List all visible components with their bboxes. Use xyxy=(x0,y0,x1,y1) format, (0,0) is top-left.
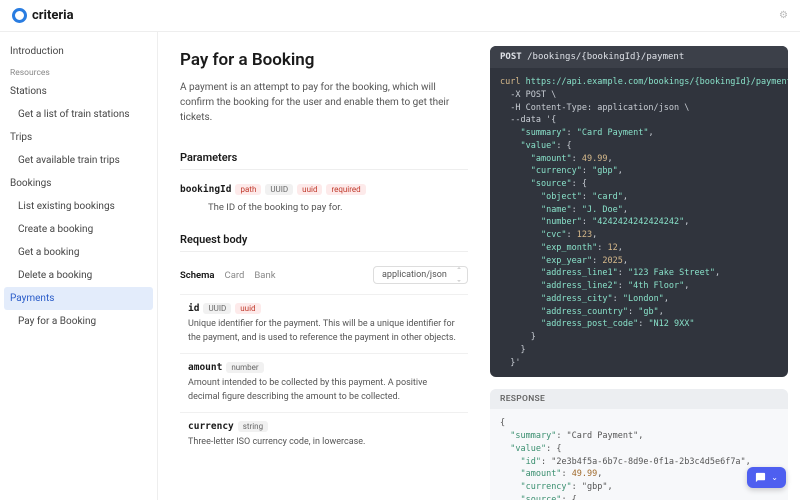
page-title: Pay for a Booking xyxy=(180,50,468,70)
body-field-amount: amount number Amount intended to be coll… xyxy=(180,353,468,412)
nav-trips[interactable]: Trips xyxy=(0,126,157,149)
nav-payments-pay[interactable]: Pay for a Booking xyxy=(0,310,157,333)
field-format: uuid xyxy=(235,303,260,314)
brand-name: criteria xyxy=(32,8,74,23)
chevron-down-icon: ⌄ xyxy=(771,473,778,482)
main-content: Pay for a Booking A payment is an attemp… xyxy=(158,32,490,500)
nav-bookings-create[interactable]: Create a booking xyxy=(0,218,157,241)
logo-icon xyxy=(12,8,27,23)
nav-bookings-get[interactable]: Get a booking xyxy=(0,241,157,264)
param-description: The ID of the booking to pay for. xyxy=(208,201,468,215)
field-desc: Three-letter ISO currency code, in lower… xyxy=(188,436,460,450)
brand-logo: criteria xyxy=(12,8,74,23)
nav-payments[interactable]: Payments xyxy=(4,287,153,310)
body-tabs: Schema Card Bank xyxy=(180,270,276,281)
request-endpoint: POST /bookings/{bookingId}/payment xyxy=(490,46,788,68)
field-desc: Unique identifier for the payment. This … xyxy=(188,318,460,345)
body-field-id: id UUID uuid Unique identifier for the p… xyxy=(180,294,468,353)
body-field-currency: currency string Three-letter ISO currenc… xyxy=(180,412,468,458)
nav-bookings-delete[interactable]: Delete a booking xyxy=(0,264,157,287)
page-description: A payment is an attempt to pay for the b… xyxy=(180,80,460,125)
field-name: amount xyxy=(188,362,222,373)
request-body-heading: Request body xyxy=(180,233,468,252)
gear-icon[interactable]: ⚙ xyxy=(779,10,788,21)
tab-bank[interactable]: Bank xyxy=(254,270,275,281)
request-curl: curl https://api.example.com/bookings/{b… xyxy=(490,68,788,377)
app-header: criteria ⚙ xyxy=(0,0,800,32)
nav-bookings-list[interactable]: List existing bookings xyxy=(0,195,157,218)
param-tag-path: path xyxy=(235,184,261,195)
param-tag-required: required xyxy=(326,184,365,195)
nav-trips-get[interactable]: Get available train trips xyxy=(0,149,157,172)
param-name: bookingId xyxy=(180,184,231,195)
sidebar: Introduction Resources Stations Get a li… xyxy=(0,32,158,500)
feedback-fab[interactable]: ⌄ xyxy=(747,467,786,488)
response-example: RESPONSE { "summary": "Card Payment", "v… xyxy=(490,389,788,500)
response-json: { "summary": "Card Payment", "value": { … xyxy=(490,409,788,500)
nav-stations[interactable]: Stations xyxy=(0,80,157,103)
tab-card[interactable]: Card xyxy=(225,270,245,281)
nav-introduction[interactable]: Introduction xyxy=(0,40,157,63)
param-bookingid: bookingId path UUID uuid required The ID… xyxy=(180,184,468,215)
field-type: number xyxy=(226,362,263,373)
nav-bookings[interactable]: Bookings xyxy=(0,172,157,195)
nav-section-resources: Resources xyxy=(0,63,157,80)
parameters-heading: Parameters xyxy=(180,151,468,170)
request-example: POST /bookings/{bookingId}/payment curl … xyxy=(490,46,788,377)
response-label: RESPONSE xyxy=(490,389,788,409)
param-tag-format: uuid xyxy=(297,184,322,195)
chat-icon xyxy=(755,472,766,483)
param-tag-type: UUID xyxy=(265,184,293,195)
content-type-select[interactable]: application/json xyxy=(373,266,468,284)
field-name: currency xyxy=(188,421,234,432)
code-pane: POST /bookings/{bookingId}/payment curl … xyxy=(490,32,800,500)
nav-stations-get[interactable]: Get a list of train stations xyxy=(0,103,157,126)
field-type: UUID xyxy=(203,303,231,314)
tab-schema[interactable]: Schema xyxy=(180,270,215,281)
field-type: string xyxy=(238,421,268,432)
field-name: id xyxy=(188,303,199,314)
field-desc: Amount intended to be collected by this … xyxy=(188,377,460,404)
